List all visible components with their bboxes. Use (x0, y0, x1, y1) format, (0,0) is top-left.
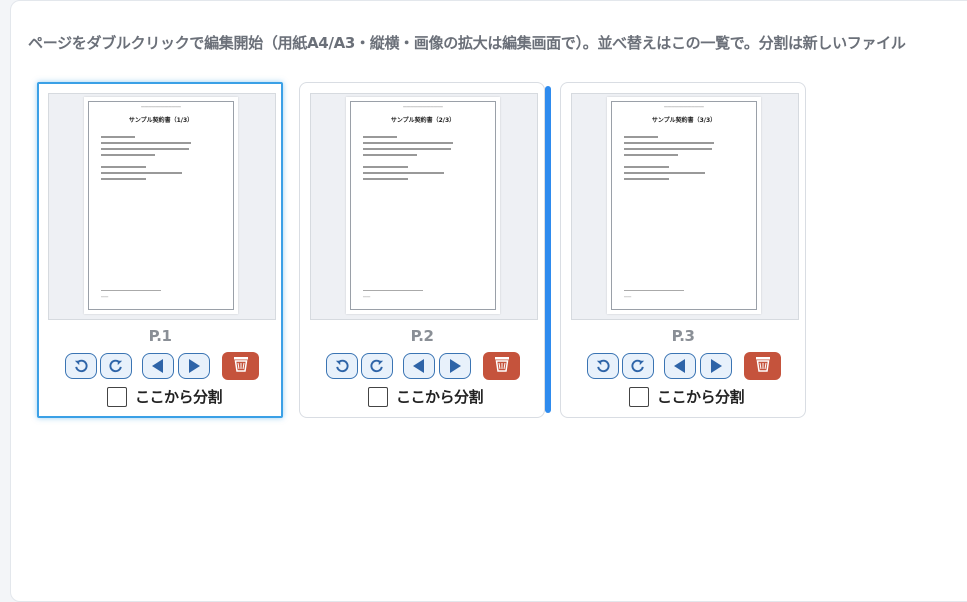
rotate-left-button[interactable] (587, 353, 619, 379)
doc-text-line (624, 136, 659, 138)
split-checkbox[interactable] (368, 386, 388, 407)
page-card[interactable]: ━━━━━━━━━━━━━━━━━━━━━━ サンプル契約書（1/3） ━━━━… (37, 82, 283, 418)
drop-indicator (545, 86, 551, 413)
document-header: ━━━━━━━━━━━━━━━━━━━━━━ (664, 105, 704, 109)
move-left-button[interactable] (142, 353, 174, 379)
triangle-right-icon (187, 358, 201, 374)
signature-line (624, 290, 684, 291)
doc-text-line (101, 166, 146, 168)
document-title: サンプル契約書（2/3） (390, 117, 456, 124)
signature-line (363, 290, 423, 291)
delete-page-button[interactable] (744, 352, 781, 380)
rotate-right-button[interactable] (361, 353, 393, 379)
split-here-option[interactable]: ここから分割 (368, 386, 484, 407)
page-card[interactable]: ━━━━━━━━━━━━━━━━━━━━━━ サンプル契約書（3/3） ━━━━… (560, 82, 806, 418)
doc-text-line (363, 154, 417, 156)
document-frame: ━━━━━━━━━━━━━━━━━━━━━━ サンプル契約書（3/3） ━━━━ (611, 101, 757, 310)
triangle-right-icon (709, 358, 723, 374)
document-footer: ━━━━ (101, 295, 109, 299)
move-left-button[interactable] (403, 353, 435, 379)
page-number-label: P.2 (410, 327, 434, 345)
page-sheet: ━━━━━━━━━━━━━━━━━━━━━━ サンプル契約書（1/3） ━━━━ (84, 97, 238, 314)
doc-text-line (101, 142, 191, 144)
doc-text-line (101, 148, 190, 150)
page-thumbnail[interactable]: ━━━━━━━━━━━━━━━━━━━━━━ サンプル契約書（3/3） ━━━━ (571, 93, 799, 320)
rotate-left-button[interactable] (326, 353, 358, 379)
document-footer: ━━━━ (624, 295, 632, 299)
doc-text-line (363, 148, 452, 150)
document-frame: ━━━━━━━━━━━━━━━━━━━━━━ サンプル契約書（1/3） ━━━━ (88, 101, 234, 310)
trash-icon (232, 355, 250, 377)
page-sheet: ━━━━━━━━━━━━━━━━━━━━━━ サンプル契約書（2/3） ━━━━ (346, 97, 500, 314)
split-here-option[interactable]: ここから分割 (629, 386, 745, 407)
rotate-left-icon (74, 359, 88, 373)
doc-text-line (363, 136, 398, 138)
triangle-right-icon (448, 358, 462, 374)
rotate-right-button[interactable] (100, 353, 132, 379)
doc-text-line (624, 178, 669, 180)
doc-text-line (624, 172, 705, 174)
document-title: サンプル契約書（3/3） (651, 117, 717, 124)
delete-page-button[interactable] (222, 352, 259, 380)
page-thumbnail[interactable]: ━━━━━━━━━━━━━━━━━━━━━━ サンプル契約書（2/3） ━━━━ (310, 93, 538, 320)
move-right-button[interactable] (700, 353, 732, 379)
signature-line (101, 290, 161, 291)
document-footer: ━━━━ (363, 295, 371, 299)
doc-text-line (363, 142, 453, 144)
document-title: サンプル契約書（1/3） (128, 117, 194, 124)
move-left-button[interactable] (664, 353, 696, 379)
rotate-right-icon (370, 359, 384, 373)
document-header: ━━━━━━━━━━━━━━━━━━━━━━ (403, 105, 443, 109)
doc-text-line (363, 166, 408, 168)
doc-text-line (363, 178, 408, 180)
move-right-button[interactable] (439, 353, 471, 379)
triangle-left-icon (151, 358, 165, 374)
page-thumbnail[interactable]: ━━━━━━━━━━━━━━━━━━━━━━ サンプル契約書（1/3） ━━━━ (48, 93, 276, 320)
split-checkbox[interactable] (629, 386, 649, 407)
trash-icon (754, 355, 772, 377)
page-number-label: P.3 (671, 327, 695, 345)
document-header: ━━━━━━━━━━━━━━━━━━━━━━ (141, 105, 181, 109)
doc-text-line (624, 166, 669, 168)
doc-text-line (101, 154, 155, 156)
rotate-right-button[interactable] (622, 353, 654, 379)
split-label: ここから分割 (657, 388, 745, 406)
page-sheet: ━━━━━━━━━━━━━━━━━━━━━━ サンプル契約書（3/3） ━━━━ (607, 97, 761, 314)
doc-text-line (101, 172, 182, 174)
doc-text-line (101, 136, 136, 138)
split-label: ここから分割 (135, 388, 223, 406)
delete-page-button[interactable] (483, 352, 520, 380)
split-label: ここから分割 (396, 388, 484, 406)
document-frame: ━━━━━━━━━━━━━━━━━━━━━━ サンプル契約書（2/3） ━━━━ (350, 101, 496, 310)
doc-text-line (624, 154, 678, 156)
instruction-text: ページをダブルクリックで編集開始（用紙A4/A3・縦横・画像の拡大は編集画面で）… (28, 34, 906, 52)
triangle-left-icon (673, 358, 687, 374)
split-here-option[interactable]: ここから分割 (107, 386, 223, 407)
page-number-label: P.1 (148, 327, 172, 345)
split-checkbox[interactable] (107, 386, 127, 407)
trash-icon (493, 355, 511, 377)
doc-text-line (624, 142, 714, 144)
triangle-left-icon (412, 358, 426, 374)
rotate-left-icon (335, 359, 349, 373)
rotate-left-button[interactable] (65, 353, 97, 379)
page-card[interactable]: ━━━━━━━━━━━━━━━━━━━━━━ サンプル契約書（2/3） ━━━━… (299, 82, 545, 418)
doc-text-line (624, 148, 713, 150)
rotate-left-icon (596, 359, 610, 373)
rotate-right-icon (631, 359, 645, 373)
rotate-right-icon (109, 359, 123, 373)
doc-text-line (363, 172, 444, 174)
move-right-button[interactable] (178, 353, 210, 379)
doc-text-line (101, 178, 146, 180)
